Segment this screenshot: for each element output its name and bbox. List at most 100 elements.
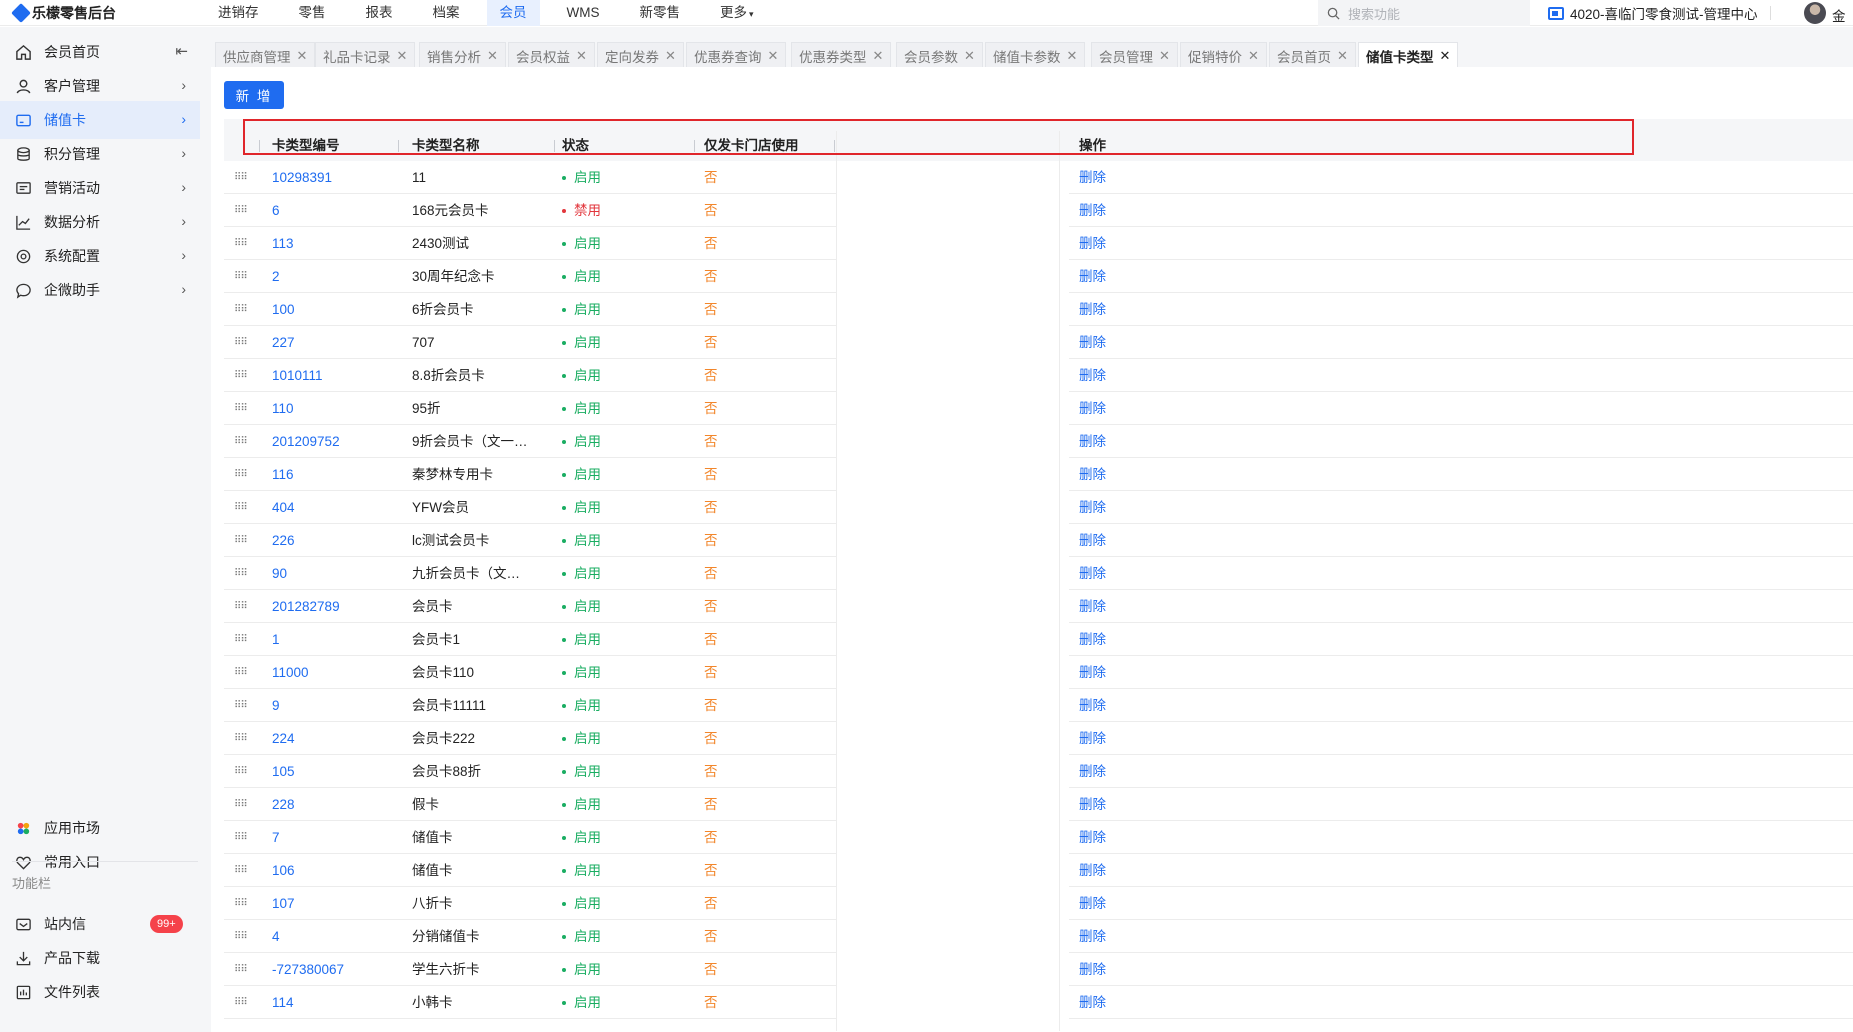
drag-handle-icon[interactable]: ⠿⠿	[234, 359, 247, 392]
drag-handle-icon[interactable]: ⠿⠿	[234, 425, 247, 458]
table-row[interactable]: ⠿⠿ 100 6折会员卡 启用 否 删除	[224, 293, 1853, 326]
delete-link[interactable]: 删除	[1079, 821, 1106, 854]
topnav-item-reports[interactable]: 报表	[353, 0, 406, 26]
tab-stored-card-params[interactable]: 储值卡参数 ✕	[985, 42, 1086, 68]
card-type-id-link[interactable]: 90	[272, 557, 287, 590]
delete-link[interactable]: 删除	[1079, 425, 1106, 458]
card-type-id-link[interactable]: 116	[272, 458, 294, 491]
close-icon[interactable]: ✕	[487, 48, 498, 64]
delete-link[interactable]: 删除	[1079, 590, 1106, 623]
delete-link[interactable]: 删除	[1079, 326, 1106, 359]
tab-targeted-coupons[interactable]: 定向发券 ✕	[597, 42, 684, 68]
tab-gift-card-records[interactable]: 礼品卡记录 ✕	[315, 42, 416, 68]
close-icon[interactable]: ✕	[297, 48, 308, 64]
topnav-item-more[interactable]: 更多 ▾	[707, 0, 767, 26]
drag-handle-icon[interactable]: ⠿⠿	[234, 557, 247, 590]
drag-handle-icon[interactable]: ⠿⠿	[234, 788, 247, 821]
card-type-id-link[interactable]: -727380067	[272, 953, 344, 986]
drag-handle-icon[interactable]: ⠿⠿	[234, 326, 247, 359]
sidebar-item-file-list[interactable]: 文件列表	[0, 973, 200, 1011]
card-type-id-link[interactable]: 107	[272, 887, 295, 920]
card-type-id-link[interactable]: 226	[272, 524, 295, 557]
card-type-id-link[interactable]: 106	[272, 854, 295, 887]
close-icon[interactable]: ✕	[1248, 48, 1259, 64]
sidebar-item-member-home[interactable]: 会员首页 ⇤	[0, 33, 200, 71]
table-row[interactable]: ⠿⠿ -727380067 学生六折卡 启用 否 删除	[224, 953, 1853, 986]
delete-link[interactable]: 删除	[1079, 260, 1106, 293]
card-type-id-link[interactable]: 11000	[272, 656, 309, 689]
tab-coupon-query[interactable]: 优惠券查询 ✕	[686, 42, 787, 68]
drag-handle-icon[interactable]: ⠿⠿	[234, 623, 247, 656]
drag-handle-icon[interactable]: ⠿⠿	[234, 524, 247, 557]
topnav-item-wms[interactable]: WMS	[554, 0, 613, 26]
table-row[interactable]: ⠿⠿ 113 2430测试 启用 否 删除	[224, 227, 1853, 260]
delete-link[interactable]: 删除	[1079, 656, 1106, 689]
drag-handle-icon[interactable]: ⠿⠿	[234, 161, 247, 194]
drag-handle-icon[interactable]: ⠿⠿	[234, 590, 247, 623]
delete-link[interactable]: 删除	[1079, 722, 1106, 755]
card-type-id-link[interactable]: 110	[272, 392, 294, 425]
card-type-id-link[interactable]: 6	[272, 194, 280, 227]
card-type-id-link[interactable]: 10298391	[272, 161, 332, 194]
sidebar-item-app-market[interactable]: 应用市场	[0, 809, 200, 847]
drag-handle-icon[interactable]: ⠿⠿	[234, 293, 247, 326]
add-button[interactable]: 新 增	[224, 81, 284, 109]
sidebar-item-wecom-assistant[interactable]: 企微助手 ›	[0, 271, 200, 309]
close-icon[interactable]: ✕	[665, 48, 676, 64]
table-row[interactable]: ⠿⠿ 7 储值卡 启用 否 删除	[224, 821, 1853, 854]
sidebar-item-inbox[interactable]: 站内信 99+	[0, 905, 200, 943]
user-name[interactable]: 金	[1832, 5, 1846, 25]
topnav-item-member[interactable]: 会员	[486, 0, 540, 26]
delete-link[interactable]: 删除	[1079, 458, 1106, 491]
card-type-id-link[interactable]: 1010111	[272, 359, 323, 392]
table-row[interactable]: ⠿⠿ 224 会员卡222 启用 否 删除	[224, 722, 1853, 755]
delete-link[interactable]: 删除	[1079, 227, 1106, 260]
drag-handle-icon[interactable]: ⠿⠿	[234, 722, 247, 755]
card-type-id-link[interactable]: 105	[272, 755, 295, 788]
delete-link[interactable]: 删除	[1079, 953, 1106, 986]
sidebar-item-download[interactable]: 产品下载	[0, 939, 200, 977]
tab-member-params[interactable]: 会员参数 ✕	[896, 42, 983, 68]
close-icon[interactable]: ✕	[873, 48, 884, 64]
sidebar-item-system-config[interactable]: 系统配置 ›	[0, 237, 200, 275]
drag-handle-icon[interactable]: ⠿⠿	[234, 392, 247, 425]
table-row[interactable]: ⠿⠿ 107 八折卡 启用 否 删除	[224, 887, 1853, 920]
sidebar-item-points[interactable]: 积分管理 ›	[0, 135, 200, 173]
search-input[interactable]: 搜索功能	[1318, 0, 1530, 26]
drag-handle-icon[interactable]: ⠿⠿	[234, 689, 247, 722]
topnav-item-new-retail[interactable]: 新零售	[627, 0, 694, 26]
delete-link[interactable]: 删除	[1079, 161, 1106, 194]
table-row[interactable]: ⠿⠿ 6 168元会员卡 禁用 否 删除	[224, 194, 1853, 227]
table-row[interactable]: ⠿⠿ 1010111 8.8折会员卡 启用 否 删除	[224, 359, 1853, 392]
tab-coupon-types[interactable]: 优惠券类型 ✕	[791, 42, 892, 68]
drag-handle-icon[interactable]: ⠿⠿	[234, 491, 247, 524]
drag-handle-icon[interactable]: ⠿⠿	[234, 227, 247, 260]
drag-handle-icon[interactable]: ⠿⠿	[234, 986, 247, 1019]
delete-link[interactable]: 删除	[1079, 557, 1106, 590]
card-type-id-link[interactable]: 228	[272, 788, 295, 821]
drag-handle-icon[interactable]: ⠿⠿	[234, 194, 247, 227]
delete-link[interactable]: 删除	[1079, 491, 1106, 524]
table-row[interactable]: ⠿⠿ 114 小韩卡 启用 否 删除	[224, 986, 1853, 1019]
delete-link[interactable]: 删除	[1079, 689, 1106, 722]
tab-promotions[interactable]: 促销特价 ✕	[1180, 42, 1267, 68]
table-row[interactable]: ⠿⠿ 404 YFW会员 启用 否 删除	[224, 491, 1853, 524]
sidebar-item-marketing[interactable]: 营销活动 ›	[0, 169, 200, 207]
delete-link[interactable]: 删除	[1079, 359, 1106, 392]
drag-handle-icon[interactable]: ⠿⠿	[234, 854, 247, 887]
tab-stored-card-types[interactable]: 储值卡类型 ✕	[1358, 42, 1459, 68]
table-row[interactable]: ⠿⠿ 227 707 启用 否 删除	[224, 326, 1853, 359]
delete-link[interactable]: 删除	[1079, 194, 1106, 227]
table-row[interactable]: ⠿⠿ 201282789 会员卡 启用 否 删除	[224, 590, 1853, 623]
table-row[interactable]: ⠿⠿ 90 九折会员卡（文… 启用 否 删除	[224, 557, 1853, 590]
drag-handle-icon[interactable]: ⠿⠿	[234, 458, 247, 491]
topnav-item-inventory[interactable]: 进销存	[205, 0, 272, 26]
drag-handle-icon[interactable]: ⠿⠿	[234, 953, 247, 986]
card-type-id-link[interactable]: 9	[272, 689, 280, 722]
table-row[interactable]: ⠿⠿ 105 会员卡88折 启用 否 删除	[224, 755, 1853, 788]
card-type-id-link[interactable]: 404	[272, 491, 295, 524]
card-type-id-link[interactable]: 113	[272, 227, 294, 260]
card-type-id-link[interactable]: 4	[272, 920, 280, 953]
avatar[interactable]	[1804, 2, 1826, 24]
delete-link[interactable]: 删除	[1079, 887, 1106, 920]
